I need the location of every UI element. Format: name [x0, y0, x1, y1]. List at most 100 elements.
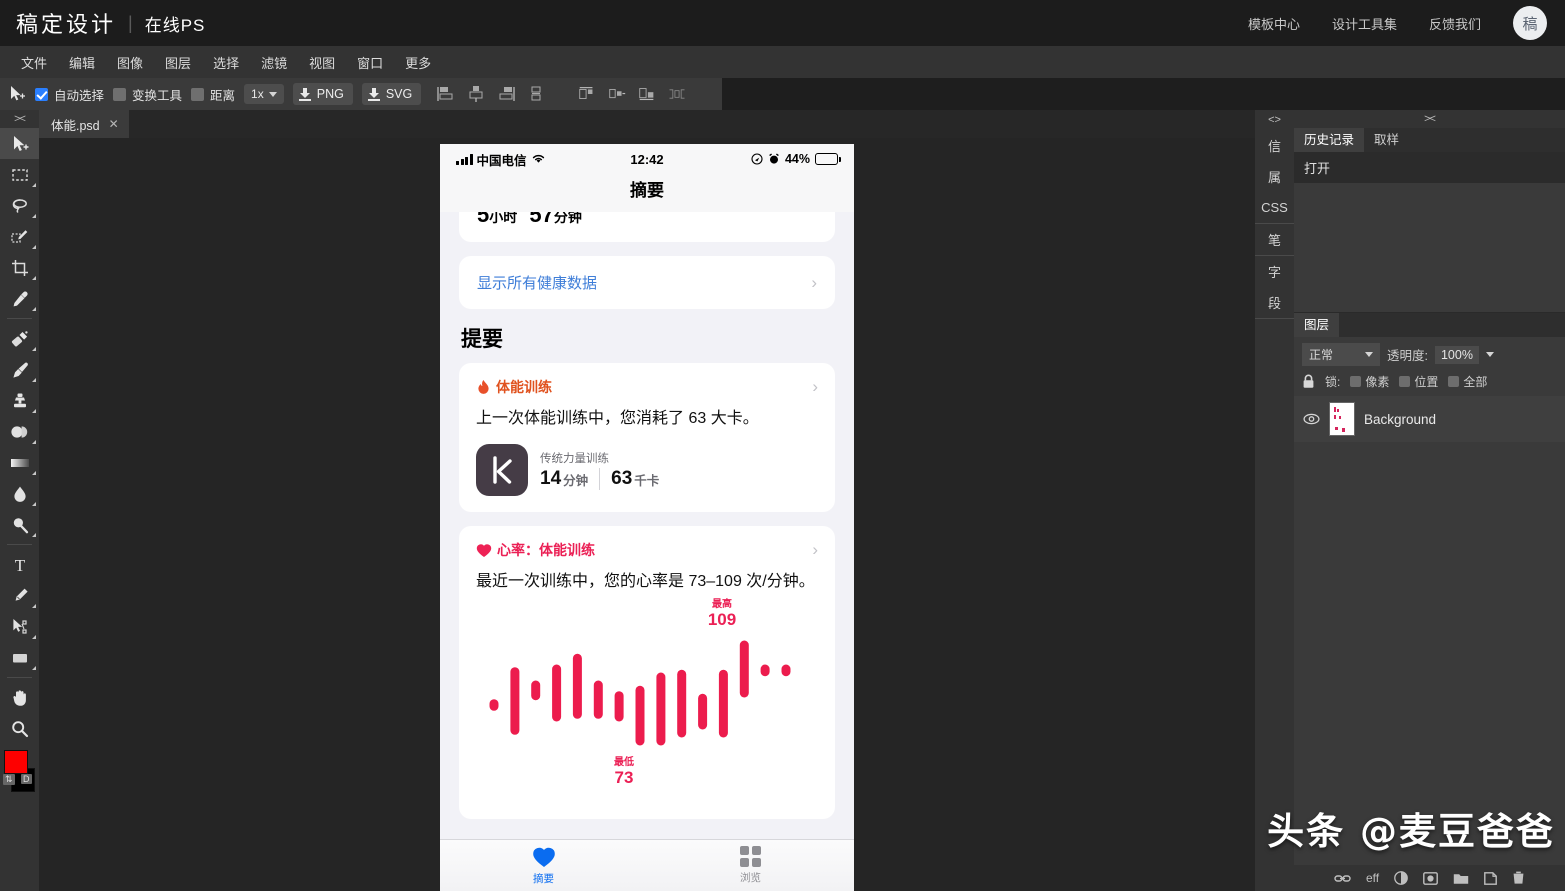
- eyedropper-tool[interactable]: [0, 283, 39, 314]
- tab-sampling[interactable]: 取样: [1364, 128, 1409, 152]
- dodge-tool[interactable]: [0, 509, 39, 540]
- chevron-right-icon[interactable]: ›: [812, 377, 818, 397]
- tab-browse[interactable]: 浏览: [647, 840, 854, 891]
- export-png-button[interactable]: PNG: [293, 83, 353, 105]
- eff-label[interactable]: eff: [1366, 871, 1379, 885]
- rail-item-character[interactable]: 字: [1255, 256, 1294, 287]
- type-tool[interactable]: T: [0, 549, 39, 580]
- link-icon[interactable]: [1334, 873, 1351, 884]
- download-icon: [368, 88, 380, 101]
- eraser-tool[interactable]: [0, 416, 39, 447]
- gradient-tool[interactable]: [0, 447, 39, 478]
- heart-rate-card[interactable]: 心率：体能训练 › 最近一次训练中，您的心率是 73–109 次/分钟。 最高 …: [459, 526, 835, 819]
- menu-window[interactable]: 窗口: [346, 48, 394, 77]
- new-layer-icon[interactable]: [1484, 872, 1497, 885]
- menu-image[interactable]: 图像: [106, 48, 154, 77]
- path-select-tool[interactable]: [0, 611, 39, 642]
- lasso-tool[interactable]: [0, 190, 39, 221]
- menu-more[interactable]: 更多: [394, 48, 442, 77]
- tab-layers[interactable]: 图层: [1294, 313, 1339, 337]
- lock-pixels-checkbox[interactable]: 像素: [1350, 373, 1389, 390]
- rail-item-brush[interactable]: 笔: [1255, 224, 1294, 255]
- flame-icon: [476, 379, 491, 396]
- brush-tool[interactable]: [0, 354, 39, 385]
- menu-view[interactable]: 视图: [298, 48, 346, 77]
- health-data-row[interactable]: 显示所有健康数据 ›: [459, 256, 835, 309]
- distribute-horizontal-icon[interactable]: [667, 85, 687, 103]
- menu-layer[interactable]: 图层: [154, 48, 202, 77]
- history-entry-open[interactable]: 打开: [1294, 152, 1565, 183]
- align-center-v-icon[interactable]: [466, 85, 486, 103]
- lock-position-checkbox[interactable]: 位置: [1399, 373, 1438, 390]
- blend-mode-select[interactable]: 正常: [1302, 343, 1380, 366]
- swap-colors-icon[interactable]: ⇅: [3, 774, 15, 785]
- canvas-area[interactable]: 中国电信 12:42 44% 摘要 5小时 57分钟: [39, 138, 1255, 891]
- heart-rate-card-title: 心率：体能训练: [497, 540, 595, 560]
- tab-summary[interactable]: 摘要: [440, 840, 647, 891]
- rail-item-paragraph[interactable]: 段: [1255, 287, 1294, 318]
- opacity-slider-toggle-icon[interactable]: [1486, 352, 1494, 357]
- move-tool[interactable]: [0, 128, 39, 159]
- right-rail-collapse-button[interactable]: <>: [1255, 110, 1294, 130]
- grid-icon: [740, 846, 761, 867]
- nav-template-center[interactable]: 模板中心: [1248, 14, 1300, 33]
- scroll-body[interactable]: 5小时 57分钟 显示所有健康数据 › 提要: [440, 212, 854, 853]
- distribute-vertical-icon[interactable]: [526, 85, 546, 103]
- lock-all-checkbox[interactable]: 全部: [1448, 373, 1487, 390]
- tools-collapse-button[interactable]: ><: [0, 110, 39, 128]
- zoom-level-select[interactable]: 1x: [244, 84, 284, 104]
- nav-design-tools[interactable]: 设计工具集: [1332, 14, 1397, 33]
- chevron-right-icon[interactable]: ›: [812, 540, 818, 560]
- pen-tool[interactable]: [0, 580, 39, 611]
- trash-icon[interactable]: [1512, 871, 1525, 885]
- healing-brush-tool[interactable]: [0, 323, 39, 354]
- hand-tool[interactable]: [0, 682, 39, 713]
- transform-checkbox[interactable]: 变换工具: [113, 85, 182, 104]
- nav-feedback[interactable]: 反馈我们: [1429, 14, 1481, 33]
- shape-tool[interactable]: [0, 642, 39, 673]
- menu-file[interactable]: 文件: [10, 48, 58, 77]
- health-data-link-card[interactable]: 显示所有健康数据 ›: [459, 256, 835, 309]
- opacity-label: 透明度:: [1387, 345, 1428, 364]
- close-icon[interactable]: ✕: [109, 117, 119, 131]
- rail-divider: [1255, 318, 1294, 319]
- marquee-tool[interactable]: [0, 159, 39, 190]
- auto-select-checkbox[interactable]: 自动选择: [35, 85, 104, 104]
- zoom-tool[interactable]: [0, 713, 39, 744]
- align-bottom-icon[interactable]: [496, 85, 516, 103]
- right-panel-stack: >< 历史记录 取样 打开 图层 正常 透明度: 100%: [1294, 110, 1565, 891]
- layers-panel: 图层 正常 透明度: 100% 锁: 像素 位置 全部: [1294, 312, 1565, 891]
- tab-history[interactable]: 历史记录: [1294, 128, 1364, 152]
- align-center-h-icon[interactable]: [607, 85, 627, 103]
- workout-card[interactable]: 体能训练 › 上一次体能训练中，您消耗了 63 大卡。 传统力量训练: [459, 363, 835, 512]
- table-row[interactable]: Background: [1294, 396, 1565, 442]
- crop-tool[interactable]: [0, 252, 39, 283]
- rail-item-properties[interactable]: 属: [1255, 161, 1294, 192]
- quick-select-tool[interactable]: [0, 221, 39, 252]
- opacity-value[interactable]: 100%: [1435, 346, 1479, 364]
- menu-select[interactable]: 选择: [202, 48, 250, 77]
- align-left-icon[interactable]: [577, 85, 597, 103]
- avatar[interactable]: 稿: [1513, 6, 1547, 40]
- rail-item-info[interactable]: 信: [1255, 130, 1294, 161]
- mask-icon[interactable]: [1423, 872, 1438, 885]
- document-tab[interactable]: 体能.psd ✕: [39, 110, 129, 138]
- folder-icon[interactable]: [1453, 872, 1469, 885]
- app-logo[interactable]: 稿定设计: [16, 7, 116, 39]
- menu-edit[interactable]: 编辑: [58, 48, 106, 77]
- panel-collapse-button[interactable]: ><: [1294, 110, 1565, 128]
- adjustment-icon[interactable]: [1394, 871, 1408, 885]
- distance-checkbox[interactable]: 距离: [191, 85, 235, 104]
- rail-item-css[interactable]: CSS: [1255, 192, 1294, 223]
- align-top-icon[interactable]: [436, 85, 456, 103]
- eye-icon[interactable]: [1303, 413, 1320, 425]
- export-svg-button[interactable]: SVG: [362, 83, 421, 105]
- blur-tool[interactable]: [0, 478, 39, 509]
- align-right-icon[interactable]: [637, 85, 657, 103]
- clipped-metric-card[interactable]: 5小时 57分钟: [459, 212, 835, 242]
- default-colors-icon[interactable]: D: [21, 774, 32, 784]
- svg-text:T: T: [14, 556, 25, 575]
- stamp-tool[interactable]: [0, 385, 39, 416]
- menu-filter[interactable]: 滤镜: [250, 48, 298, 77]
- foreground-color-swatch[interactable]: [4, 750, 28, 774]
